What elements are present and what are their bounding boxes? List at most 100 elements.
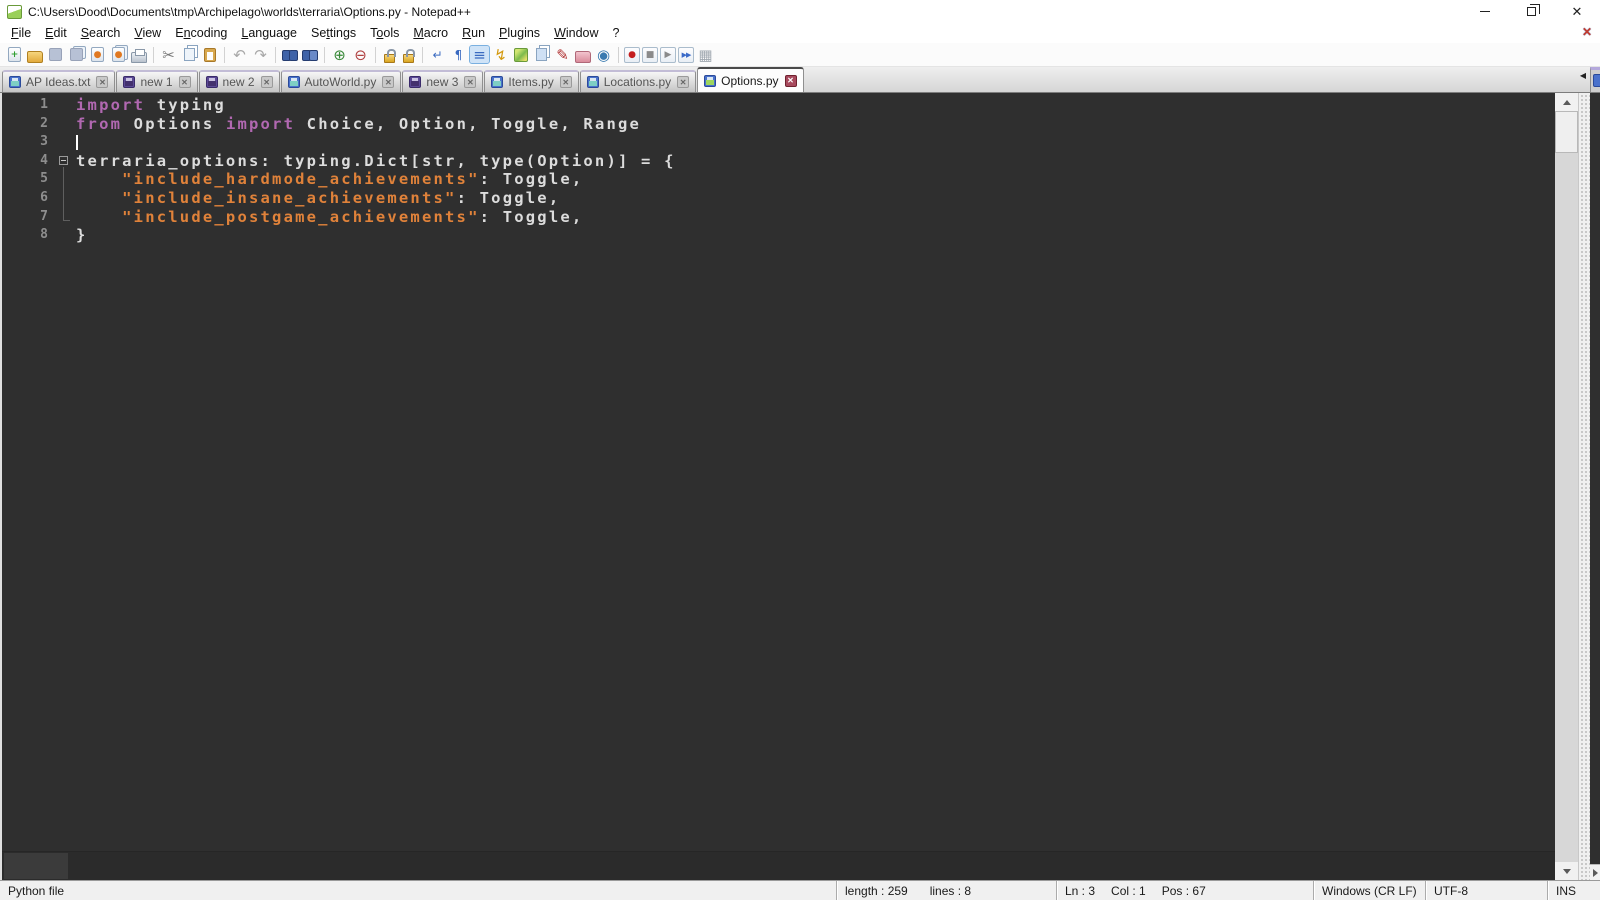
maximize-button[interactable] <box>1508 0 1554 23</box>
close-all-files-icon[interactable]: ● <box>112 47 125 62</box>
find-icon[interactable] <box>281 49 299 61</box>
macro-run-multiple-icon[interactable]: ▶▶ <box>678 46 694 63</box>
document-map-icon[interactable] <box>514 47 528 62</box>
horizontal-scrollbar-thumb[interactable] <box>4 853 68 879</box>
menu-encoding[interactable]: Encoding <box>168 24 234 42</box>
folder-as-workspace-icon[interactable] <box>575 50 591 63</box>
code-line: 1 import typing <box>2 96 1555 115</box>
macro-stop-icon[interactable]: ■ <box>642 46 658 63</box>
macro-record-icon[interactable]: ● <box>624 46 640 63</box>
notepadpp-app-icon <box>7 4 22 19</box>
tab-close-icon[interactable]: ✕ <box>559 76 572 88</box>
tab-close-icon[interactable]: ✕ <box>382 76 395 88</box>
horizontal-scrollbar[interactable] <box>2 851 1555 880</box>
vertical-scrollbar-thumb[interactable] <box>1555 111 1578 153</box>
second-view-tab-sliver[interactable] <box>1590 67 1600 92</box>
tab-label: new 1 <box>140 75 173 89</box>
line-number: 3 <box>40 134 48 150</box>
macro-play-icon[interactable]: ▶ <box>660 46 676 63</box>
tab-options-py[interactable]: Options.py ✕ <box>697 67 804 92</box>
open-folder-icon[interactable] <box>27 50 43 63</box>
menu-search[interactable]: Search <box>74 24 128 42</box>
menu-file[interactable]: File <box>4 24 38 42</box>
window-title: C:\Users\Dood\Documents\tmp\Archipelago\… <box>28 4 471 19</box>
zoom-in-icon[interactable]: ⊕ <box>330 46 349 64</box>
tab-ap-ideas-txt[interactable]: AP Ideas.txt ✕ <box>2 70 116 92</box>
tab-label: Locations.py <box>603 75 672 89</box>
tab-new-2[interactable]: new 2 ✕ <box>198 70 280 92</box>
tab-items-py[interactable]: Items.py ✕ <box>484 70 579 92</box>
print-icon[interactable] <box>131 48 147 63</box>
toolbar-separator <box>324 46 325 63</box>
second-view-sliver <box>1590 93 1600 880</box>
scroll-down-button[interactable] <box>1555 862 1578 880</box>
code-line: 2 from Options import Choice, Option, Tog… <box>2 115 1555 134</box>
close-window-button[interactable]: ✕ <box>1554 0 1600 23</box>
menu-run[interactable]: Run <box>455 24 492 42</box>
toolbar: + ● ● ✂ ↶ ↷ ⊕ ⊖ ↵ ¶ ≡ ↯ ✎ ◉ ● ■ ▶ ▶▶ ▦ <box>0 43 1600 67</box>
menu-plugins[interactable]: Plugins <box>492 24 547 42</box>
tab-locations-py[interactable]: Locations.py ✕ <box>579 70 697 92</box>
status-eol-format[interactable]: Windows (CR LF) <box>1313 881 1425 900</box>
fold-collapse-box[interactable] <box>58 152 76 171</box>
tabs: AP Ideas.txt ✕ new 1 ✕ new 2 ✕ AutoWorld.py ✕ ne… <box>2 67 805 92</box>
tab-close-icon[interactable]: ✕ <box>464 76 477 88</box>
menu-view[interactable]: View <box>127 24 168 42</box>
tab-autoworld-py[interactable]: AutoWorld.py ✕ <box>280 70 402 92</box>
unsaved-floppy-icon <box>205 76 218 88</box>
sync-horizontal-scroll-icon[interactable] <box>403 48 415 63</box>
menu-settings[interactable]: Settings <box>304 24 363 42</box>
tab-new-1[interactable]: new 1 ✕ <box>116 70 198 92</box>
status-insert-mode[interactable]: INS <box>1547 881 1600 900</box>
vertical-scrollbar[interactable] <box>1555 93 1578 880</box>
vertical-scrollbar-track[interactable] <box>1555 111 1578 862</box>
menu-window[interactable]: Window <box>547 24 605 42</box>
code-editor[interactable]: 1 import typing 2 from Options import Choic… <box>2 93 1555 851</box>
scroll-up-button[interactable] <box>1555 93 1578 111</box>
line-number: 8 <box>40 227 48 243</box>
tab-scroll-left-icon[interactable]: ◀ <box>1580 71 1586 80</box>
save-icon[interactable] <box>49 48 62 61</box>
replace-icon[interactable] <box>301 49 319 61</box>
save-all-icon[interactable] <box>70 48 83 61</box>
paste-icon[interactable] <box>204 47 216 62</box>
define-language-icon[interactable]: ✎ <box>553 46 572 64</box>
document-list-icon[interactable] <box>536 48 547 61</box>
cut-icon[interactable]: ✂ <box>159 46 178 64</box>
menu-macro[interactable]: Macro <box>406 24 455 42</box>
close-file-icon[interactable]: ● <box>91 47 104 62</box>
tab-close-icon[interactable]: ✕ <box>96 76 109 88</box>
view-splitter-grip[interactable] <box>1578 93 1590 880</box>
menu-edit[interactable]: Edit <box>38 24 74 42</box>
line-number: 2 <box>40 115 48 131</box>
line-number: 5 <box>40 171 48 187</box>
monitoring-eye-icon[interactable]: ◉ <box>594 46 613 64</box>
word-wrap-icon[interactable]: ↵ <box>428 46 447 63</box>
show-indent-guide-icon[interactable]: ≡ <box>469 45 490 64</box>
show-all-characters-icon[interactable]: ¶ <box>449 46 468 63</box>
tab-close-icon[interactable]: ✕ <box>178 76 191 88</box>
fold-margin <box>58 188 76 208</box>
tab-new-3[interactable]: new 3 ✕ <box>402 70 484 92</box>
second-view-scroll-corner[interactable] <box>1590 864 1600 880</box>
redo-icon[interactable]: ↷ <box>251 46 270 64</box>
macro-save-icon[interactable]: ▦ <box>696 46 715 64</box>
copy-icon[interactable] <box>184 48 195 61</box>
menu-language[interactable]: Language <box>234 24 304 42</box>
tab-close-icon[interactable]: ✕ <box>677 76 690 88</box>
new-file-icon[interactable]: + <box>8 47 21 62</box>
menu-tools[interactable]: Tools <box>363 24 406 42</box>
tab-close-icon[interactable]: ✕ <box>784 74 797 87</box>
saved-floppy-icon <box>491 76 504 88</box>
sync-vertical-scroll-icon[interactable] <box>384 48 396 63</box>
status-encoding[interactable]: UTF-8 <box>1425 881 1547 900</box>
undo-icon[interactable]: ↶ <box>230 46 249 64</box>
tab-close-icon[interactable]: ✕ <box>260 76 273 88</box>
zoom-out-icon[interactable]: ⊖ <box>351 46 370 64</box>
close-document-x-icon[interactable]: ✕ <box>1582 25 1592 39</box>
toolbar-separator <box>275 46 276 63</box>
menu-?[interactable]: ? <box>606 24 627 42</box>
toolbar-separator <box>422 46 423 63</box>
function-list-icon[interactable]: ↯ <box>491 46 510 64</box>
minimize-button[interactable] <box>1462 0 1508 23</box>
